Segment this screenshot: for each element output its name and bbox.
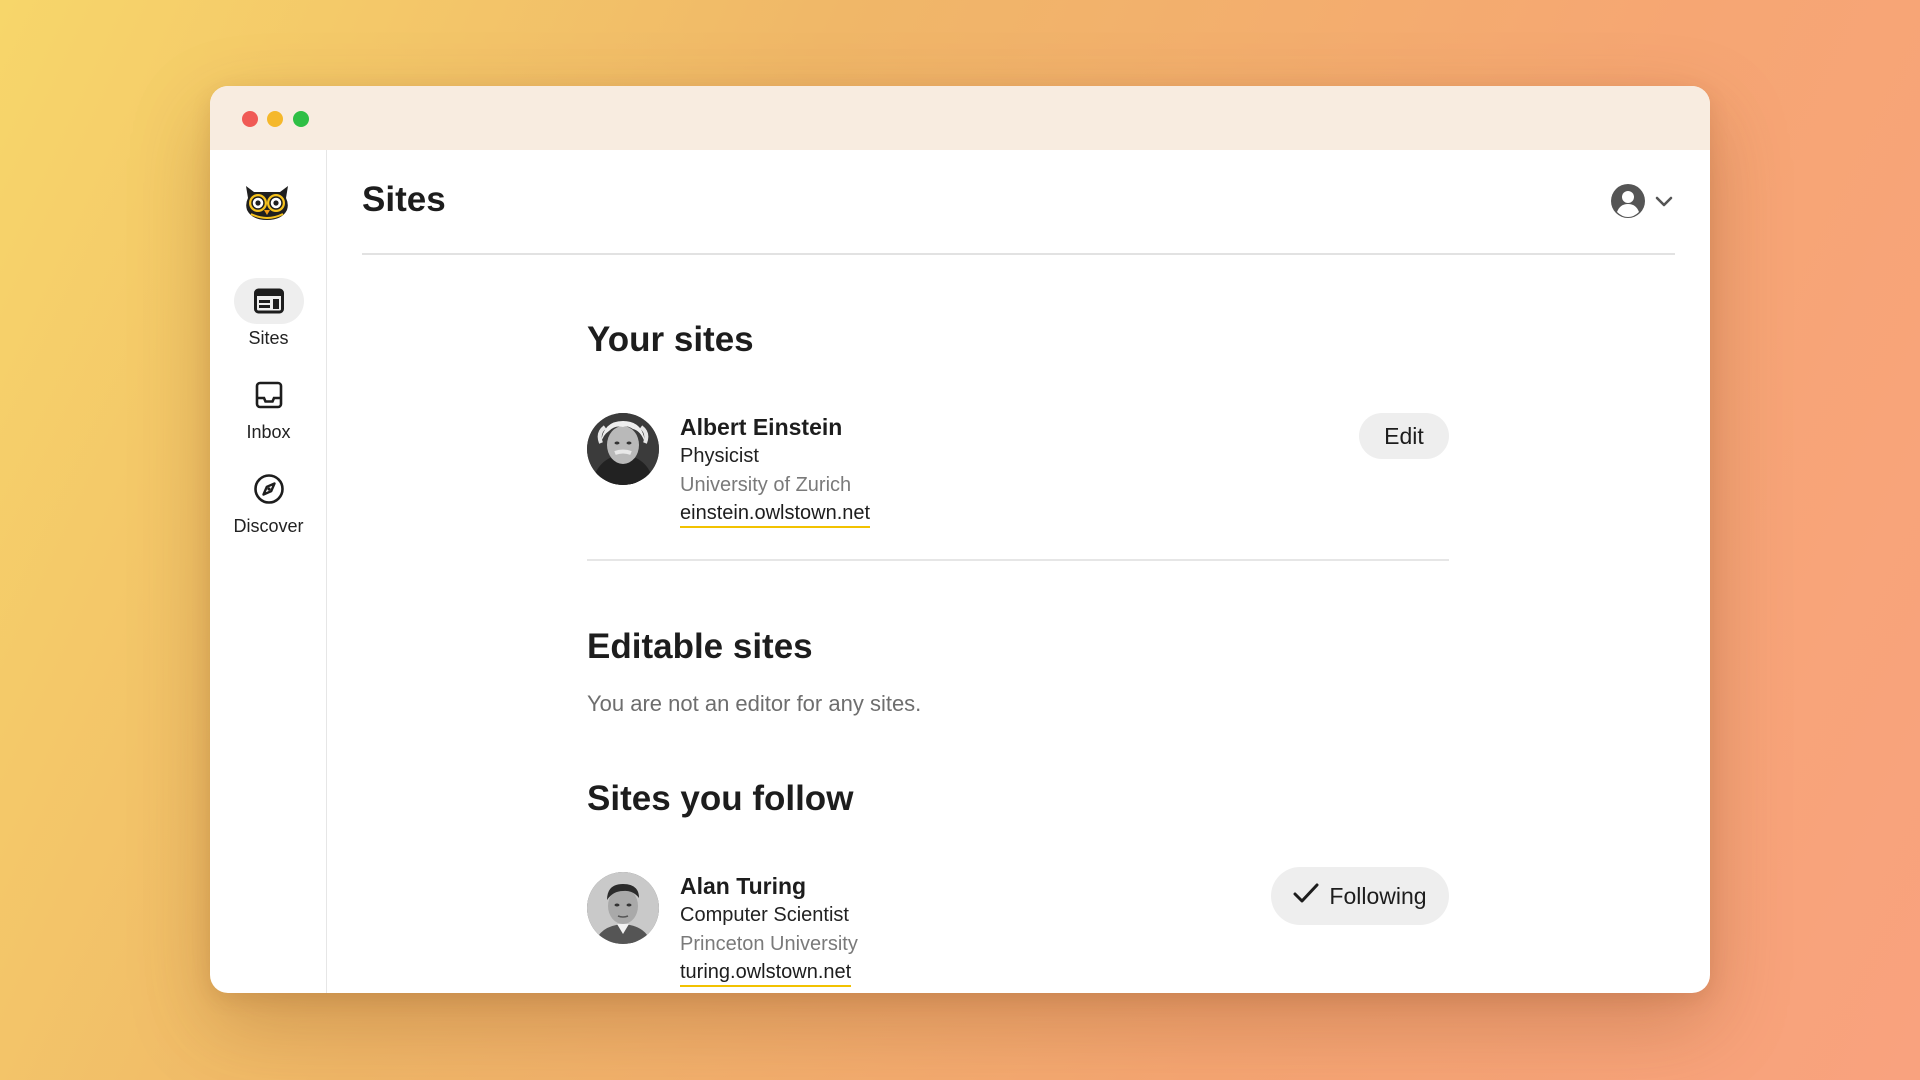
sidebar-item-label: Sites (248, 328, 289, 348)
site-url-link[interactable]: turing.owlstown.net (680, 959, 852, 987)
close-window-button[interactable] (242, 111, 258, 127)
editable-sites-heading: Editable sites (587, 627, 813, 666)
sidebar-item-sites[interactable]: Sites (210, 278, 327, 349)
followed-site-item: Alan Turing Computer Scientist Princeton… (587, 867, 1449, 988)
sidebar-item-label: Discover (233, 516, 304, 536)
sidebar-item-discover[interactable]: Discover (210, 466, 327, 537)
editable-sites-empty-message: You are not an editor for any sites. (587, 691, 922, 716)
edit-button[interactable]: Edit (1359, 413, 1449, 459)
your-sites-heading: Your sites (587, 320, 754, 359)
minimize-window-button[interactable] (267, 111, 283, 127)
chevron-down-icon (1654, 194, 1674, 213)
site-role: Physicist (680, 445, 759, 467)
compass-icon (234, 466, 304, 512)
your-site-item: Albert Einstein Physicist University of … (587, 413, 1449, 529)
avatar (587, 872, 659, 944)
sites-icon (233, 278, 304, 324)
header-divider (362, 253, 1675, 255)
sidebar-item-inbox[interactable]: Inbox (210, 372, 327, 443)
page-title: Sites (362, 180, 446, 219)
account-menu-button[interactable] (1610, 183, 1674, 224)
app-window: Sites Inbox Discover Sites Your sites Al… (210, 86, 1710, 993)
section-divider (587, 559, 1449, 561)
site-url-link[interactable]: einstein.owlstown.net (680, 500, 871, 528)
site-organization: Princeton University (680, 933, 858, 955)
site-organization: University of Zurich (680, 474, 852, 496)
window-titlebar (210, 86, 1710, 150)
sidebar-item-label: Inbox (246, 422, 291, 442)
site-role: Computer Scientist (680, 904, 849, 926)
site-name: Alan Turing (680, 873, 807, 899)
sidebar: Sites Inbox Discover (210, 150, 327, 993)
following-label: Following (1329, 882, 1427, 909)
avatar (587, 413, 659, 485)
owl-logo-icon[interactable] (242, 180, 292, 222)
sites-you-follow-heading: Sites you follow (587, 779, 854, 818)
main-content: Sites Your sites Albert Einstein Physici… (327, 150, 1710, 993)
user-circle-icon (1610, 183, 1646, 224)
inbox-icon (234, 372, 304, 418)
following-button[interactable]: Following (1271, 867, 1449, 925)
checkmark-icon (1293, 882, 1319, 910)
maximize-window-button[interactable] (293, 111, 309, 127)
site-name: Albert Einstein (680, 414, 843, 440)
